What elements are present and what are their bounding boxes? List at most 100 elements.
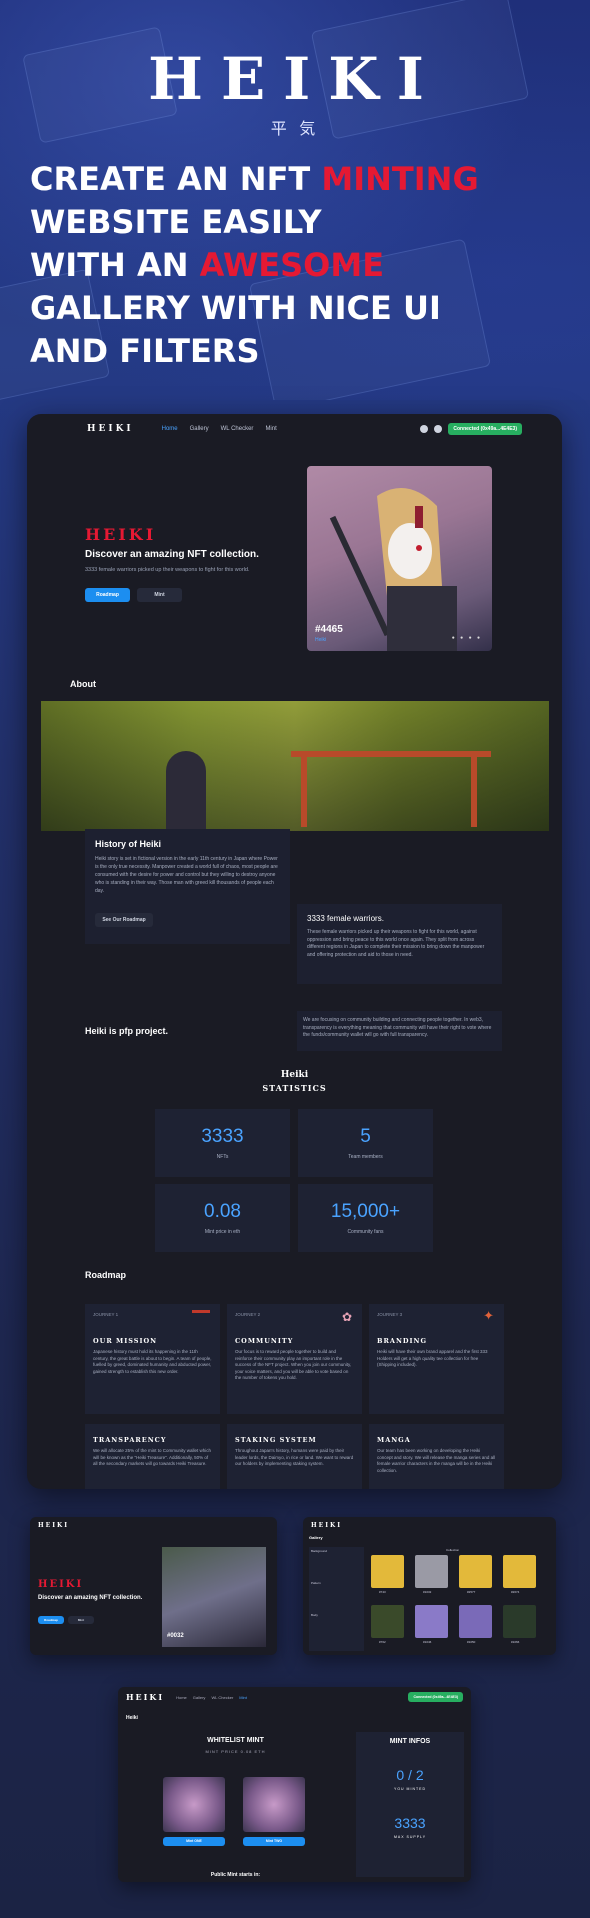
roadmap-card: STAKING SYSTEM Throughout Japan's histor… xyxy=(227,1424,362,1489)
stat-team: 5 Team members xyxy=(298,1109,433,1177)
roadmap-card-text: Heiki will have their own brand apparel … xyxy=(377,1349,488,1367)
gallery-item-id: #1032 xyxy=(423,1590,432,1594)
carousel-dots[interactable]: ● ● ● ● xyxy=(452,635,482,641)
roadmap-card-title: BRANDING xyxy=(377,1337,428,1345)
promo-banner: HEIKI 平 気 CREATE AN NFT MINTING WEBSITE … xyxy=(0,0,590,400)
pfp-title: Heiki is pfp project. xyxy=(85,1026,169,1036)
heiki-logo: HEIKI xyxy=(148,45,442,113)
max-supply-label: MAX SUPPLY xyxy=(393,1835,427,1839)
collection-label: Collection xyxy=(446,1548,460,1552)
gallery-item[interactable] xyxy=(459,1605,492,1638)
torii-icon xyxy=(192,1310,210,1328)
torii-pillar xyxy=(471,757,477,827)
gallery-item[interactable] xyxy=(503,1555,536,1588)
heiki-logo-kanji: 平 気 xyxy=(270,121,320,138)
stat-nfts: 3333 NFTs xyxy=(155,1109,290,1177)
nav-gallery[interactable]: Gallery xyxy=(190,426,209,432)
hero-thumbnail: HEIKI HEIKI Discover an amazing NFT coll… xyxy=(30,1517,277,1655)
roadmap-card-text: Our team has been working on developing … xyxy=(377,1448,496,1473)
thumb-nav: HEIKI xyxy=(303,1517,556,1533)
gallery-title: Gallery xyxy=(309,1535,323,1540)
mint-wallet-button[interactable]: Connected (0x49a...4E4E3) xyxy=(408,1692,463,1702)
minted-count: 0 / 2 xyxy=(396,1767,424,1783)
stat-value: 5 xyxy=(360,1126,371,1147)
roadmap-card-text: We will allocate 25% of the mint to Comm… xyxy=(93,1448,211,1466)
gallery-item-id: #1050 xyxy=(467,1640,476,1644)
mint-infos-panel: MINT INFOS 0 / 2 YOU MINTED 3333 MAX SUP… xyxy=(356,1732,464,1877)
mint-two-button[interactable]: Mint TWO xyxy=(243,1837,305,1846)
gallery-item[interactable] xyxy=(371,1605,404,1638)
mint-nav-mint[interactable]: Mint xyxy=(239,1695,247,1700)
nft-collection-label: Heiki xyxy=(315,637,327,643)
hero-brand: HEIKI xyxy=(85,525,157,544)
nav-home[interactable]: Home xyxy=(162,426,178,432)
torii-gate xyxy=(291,751,491,821)
mint-option-one xyxy=(163,1777,225,1832)
mint-infos-title: MINT INFOS xyxy=(389,1738,431,1745)
journey-label: JOURNEY 2 xyxy=(235,1312,261,1317)
nft-preview-card: #4465 Heiki ● ● ● ● xyxy=(307,466,492,651)
warriors-text: These female warriors picked up their we… xyxy=(307,929,485,958)
stat-value: 0.08 xyxy=(204,1201,241,1222)
gallery-item[interactable] xyxy=(459,1555,492,1588)
filter-background[interactable]: Background xyxy=(309,1547,364,1555)
gallery-item-id: #1066 xyxy=(511,1640,520,1644)
gallery-item-id: #1046 xyxy=(423,1640,432,1644)
nav-mint[interactable]: Mint xyxy=(265,426,276,432)
mint-one-button[interactable]: Mint ONE xyxy=(163,1837,225,1846)
headline-line-2: WEBSITE EASILY xyxy=(30,203,322,241)
mint-option-two xyxy=(243,1777,305,1832)
nav-logo[interactable]: HEIKI xyxy=(87,424,134,434)
discord-icon[interactable] xyxy=(434,425,443,433)
nav-wl-checker[interactable]: WL Checker xyxy=(221,426,254,432)
max-supply-value: 3333 xyxy=(394,1815,426,1831)
thumb-brand: HEIKI xyxy=(38,1579,84,1590)
headline-line-5: AND FILTERS xyxy=(30,332,260,370)
stat-label: Community fans xyxy=(347,1229,384,1235)
history-title: History of Heiki xyxy=(95,839,162,849)
gallery-item-id: #2577 xyxy=(467,1590,476,1594)
mint-page-label: Heiki xyxy=(126,1715,138,1721)
roadmap-card: JOURNEY 2 ✿ COMMUNITY Our focus is to re… xyxy=(227,1304,362,1414)
gallery-item[interactable] xyxy=(415,1555,448,1588)
stat-value: 3333 xyxy=(201,1126,244,1147)
filter-pattern[interactable]: Pattern xyxy=(309,1579,364,1587)
filter-body[interactable]: Body xyxy=(309,1611,364,1619)
thumb-nav: HEIKI Home Gallery WL Checker Mint Conne… xyxy=(118,1687,471,1707)
history-text: Heiki story is set in fictional version … xyxy=(95,856,278,894)
gallery-item[interactable] xyxy=(371,1555,404,1588)
stat-value: 15,000+ xyxy=(330,1201,401,1222)
roadmap-card-text: Japanese history must hold its happening… xyxy=(93,1349,212,1374)
headline-awesome: AWESOME xyxy=(199,246,385,284)
mint-nav-home[interactable]: Home xyxy=(176,1695,187,1700)
hero-title: Discover an amazing NFT collection. xyxy=(85,549,259,560)
headline-line-1: CREATE AN NFT xyxy=(30,160,322,198)
mint-button[interactable]: Mint xyxy=(137,588,182,602)
journey-label: JOURNEY 3 xyxy=(377,1312,403,1317)
about-title: About xyxy=(70,679,96,689)
roadmap-card-title: COMMUNITY xyxy=(235,1337,294,1345)
nav-right: Connected (0x49a...4E4E3) xyxy=(420,423,522,435)
warrior-figure xyxy=(166,751,206,831)
gallery-item-id: #762 xyxy=(379,1640,386,1644)
about-landscape-image xyxy=(41,701,549,831)
see-roadmap-button[interactable]: See Our Roadmap xyxy=(95,913,153,927)
stat-label: Mint price in eth xyxy=(204,1229,241,1235)
wallet-connect-button[interactable]: Connected (0x49a...4E4E3) xyxy=(448,423,522,435)
gallery-item[interactable] xyxy=(415,1605,448,1638)
roadmap-card: TRANSPARENCY We will allocate 25% of the… xyxy=(85,1424,220,1489)
roadmap-button[interactable]: Roadmap xyxy=(85,588,130,602)
thumb-mint-button[interactable]: Mint xyxy=(68,1616,94,1624)
mint-nav-wl[interactable]: WL Checker xyxy=(211,1695,233,1700)
gallery-thumbnail: HEIKI Gallery Background Pattern Body Co… xyxy=(303,1517,556,1655)
roadmap-card: MANGA Our team has been working on devel… xyxy=(369,1424,504,1489)
thumb-logo: HEIKI xyxy=(126,1692,165,1702)
thumb-roadmap-button[interactable]: Roadmap xyxy=(38,1616,64,1624)
thumb-title: Discover an amazing NFT collection. xyxy=(38,1595,143,1601)
roadmap-card-title: MANGA xyxy=(377,1436,411,1444)
gallery-item[interactable] xyxy=(503,1605,536,1638)
torii-pillar xyxy=(301,757,307,827)
opensea-icon[interactable] xyxy=(420,425,429,433)
mint-nav-gallery[interactable]: Gallery xyxy=(193,1695,206,1700)
main-site-screenshot: HEIKI Home Gallery WL Checker Mint Conne… xyxy=(27,414,562,1489)
